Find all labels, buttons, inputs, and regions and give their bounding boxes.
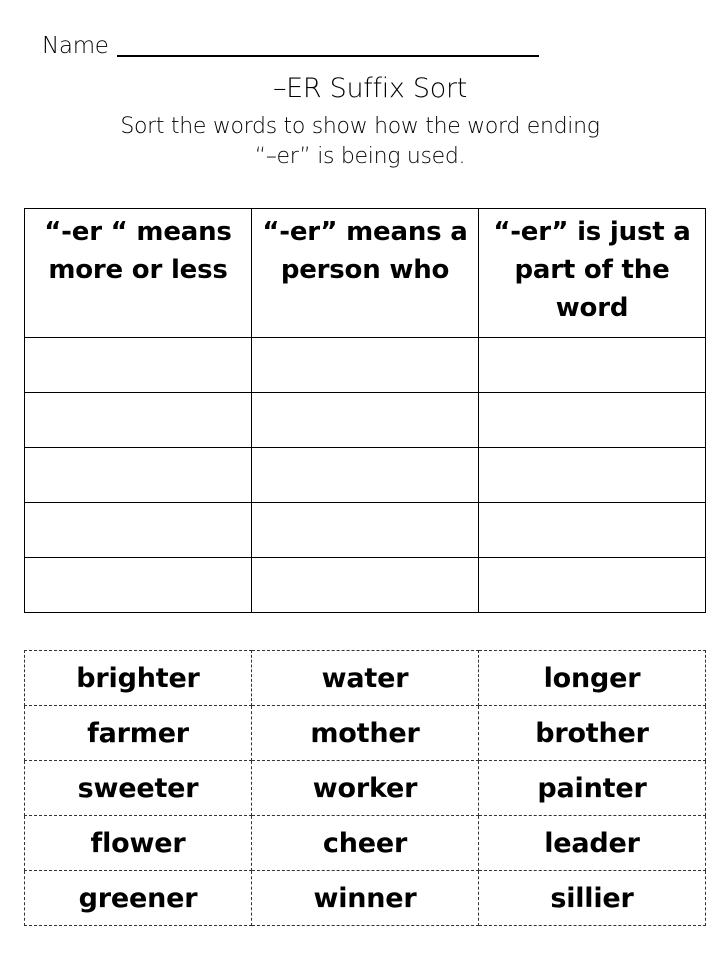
word-card[interactable]: longer	[478, 650, 706, 706]
sort-cell[interactable]	[251, 502, 479, 558]
sort-cell[interactable]	[24, 502, 252, 558]
sort-cell[interactable]	[478, 557, 706, 613]
sort-cell[interactable]	[24, 447, 252, 503]
word-card[interactable]: mother	[251, 705, 479, 761]
word-card[interactable]: brother	[478, 705, 706, 761]
word-card[interactable]: farmer	[24, 705, 252, 761]
sort-table-header-row: “-er “ means more or less “-er” means a …	[24, 208, 706, 338]
sort-cell[interactable]	[251, 337, 479, 393]
sort-cell[interactable]	[251, 392, 479, 448]
column-header-more-or-less: “-er “ means more or less	[24, 208, 252, 338]
instructions-line-1: Sort the words to show how the word endi…	[120, 114, 600, 139]
sort-cell[interactable]	[478, 392, 706, 448]
sort-table-row	[24, 337, 706, 393]
name-row: Name	[42, 28, 539, 60]
name-label: Name	[42, 33, 109, 59]
word-card[interactable]: greener	[24, 870, 252, 926]
sort-cell[interactable]	[24, 337, 252, 393]
sort-table-row	[24, 447, 706, 503]
word-card[interactable]: flower	[24, 815, 252, 871]
word-card[interactable]: cheer	[251, 815, 479, 871]
sort-cell[interactable]	[251, 557, 479, 613]
sort-cell[interactable]	[478, 502, 706, 558]
column-header-person-who: “-er” means a person who	[251, 208, 479, 338]
sort-cell[interactable]	[24, 557, 252, 613]
word-card[interactable]: winner	[251, 870, 479, 926]
sort-table-row	[24, 557, 706, 613]
word-card[interactable]: painter	[478, 760, 706, 816]
sort-table: “-er “ means more or less “-er” means a …	[24, 208, 706, 613]
word-cards-grid: brighter water longer farmer mother brot…	[24, 650, 706, 926]
word-card-row: flower cheer leader	[24, 815, 706, 871]
name-blank-line[interactable]	[116, 55, 539, 57]
word-card[interactable]: sillier	[478, 870, 706, 926]
word-card[interactable]: brighter	[24, 650, 252, 706]
sort-cell[interactable]	[24, 392, 252, 448]
column-header-part-of-word: “-er” is just a part of the word	[478, 208, 706, 338]
sort-table-row	[24, 502, 706, 558]
worksheet-title: –ER Suffix Sort	[272, 73, 468, 104]
word-card-row: greener winner sillier	[24, 870, 706, 926]
word-card-row: sweeter worker painter	[24, 760, 706, 816]
sort-cell[interactable]	[251, 447, 479, 503]
sort-cell[interactable]	[478, 447, 706, 503]
word-card[interactable]: sweeter	[24, 760, 252, 816]
word-card[interactable]: leader	[478, 815, 706, 871]
word-card[interactable]: water	[251, 650, 479, 706]
instructions-line-2: “–er” is being used.	[254, 144, 466, 169]
sort-cell[interactable]	[478, 337, 706, 393]
word-card-row: brighter water longer	[24, 650, 706, 706]
instructions: Sort the words to show how the word endi…	[0, 112, 720, 172]
sort-table-row	[24, 392, 706, 448]
word-card-row: farmer mother brother	[24, 705, 706, 761]
word-card[interactable]: worker	[251, 760, 479, 816]
